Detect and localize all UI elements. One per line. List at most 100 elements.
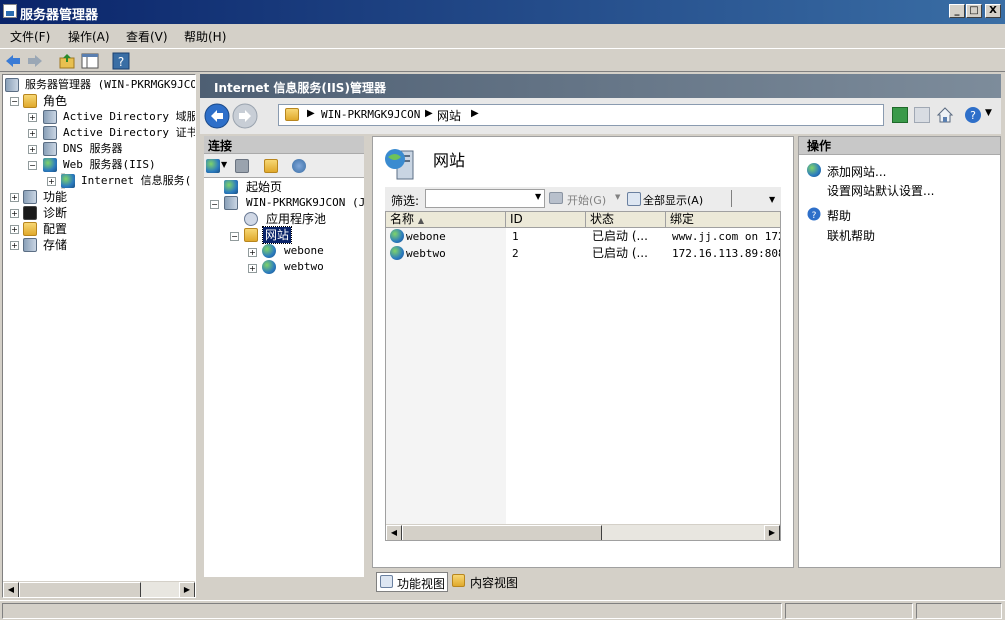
home-icon[interactable] bbox=[936, 106, 954, 124]
breadcrumb-sites[interactable]: 网站 bbox=[437, 107, 461, 124]
app-pool-icon bbox=[244, 212, 258, 226]
sites-list: 名称 ▲ ID 状态 绑定 webone 1 已启动 (... www.jj.c… bbox=[385, 211, 781, 541]
breadcrumb-arrow-icon: ▶ bbox=[425, 108, 433, 119]
expand-icon[interactable]: + bbox=[10, 193, 19, 202]
filter-input[interactable] bbox=[425, 189, 545, 208]
connect-icon[interactable] bbox=[206, 159, 220, 173]
tab-content-view[interactable]: 内容视图 bbox=[452, 572, 524, 592]
online-help-link[interactable]: 联机帮助 bbox=[827, 227, 875, 244]
sort-ascending-icon: ▲ bbox=[417, 216, 424, 225]
maximize-button[interactable]: □ bbox=[966, 4, 982, 18]
window-title: 服务器管理器 bbox=[20, 8, 99, 23]
scroll-right-icon[interactable]: ▶ bbox=[764, 525, 780, 540]
help-icon[interactable]: ? bbox=[112, 52, 130, 70]
up-folder-icon[interactable] bbox=[58, 52, 76, 70]
expand-icon[interactable]: + bbox=[248, 264, 257, 273]
sorted-column-shade bbox=[386, 228, 506, 540]
filter-label: 筛选: bbox=[391, 194, 420, 208]
scroll-left-icon[interactable]: ◀ bbox=[3, 582, 19, 597]
connections-toolbar: ▼ bbox=[204, 154, 364, 178]
status-panel bbox=[785, 603, 913, 619]
collapse-icon[interactable]: − bbox=[210, 200, 219, 209]
stop-icon[interactable] bbox=[914, 107, 930, 123]
back-arrow-icon[interactable] bbox=[4, 52, 22, 70]
help-link[interactable]: 帮助 bbox=[827, 207, 851, 224]
actions-header: 操作 bbox=[799, 137, 1000, 155]
expand-icon[interactable]: + bbox=[47, 177, 56, 186]
help-dropdown-icon[interactable]: ? bbox=[964, 106, 982, 124]
chevron-down-icon[interactable]: ▼ bbox=[615, 193, 620, 201]
content-view-icon bbox=[452, 574, 465, 587]
forward-arrow-icon[interactable] bbox=[26, 52, 44, 70]
collapse-icon[interactable]: − bbox=[10, 97, 19, 106]
connections-tree: 起始页 − WIN-PKRMGK9JCON (JJV 应用程序池 − 网站 + … bbox=[204, 178, 364, 578]
forward-button-icon[interactable] bbox=[232, 103, 258, 129]
expand-icon[interactable]: + bbox=[28, 145, 37, 154]
sites-folder-icon bbox=[244, 228, 258, 242]
expand-icon[interactable]: + bbox=[10, 209, 19, 218]
binoculars-icon bbox=[549, 192, 563, 204]
table-row[interactable]: webone 1 已启动 (... www.jj.com on 172. bbox=[386, 228, 780, 245]
expand-icon[interactable]: + bbox=[10, 241, 19, 250]
configuration-icon bbox=[23, 222, 37, 236]
table-row[interactable]: webtwo 2 已启动 (... 172.16.113.89:8080 bbox=[386, 245, 780, 262]
menu-help[interactable]: 帮助(H) bbox=[184, 28, 226, 45]
chevron-down-icon[interactable]: ▼ bbox=[535, 192, 541, 201]
chevron-down-icon[interactable]: ▼ bbox=[985, 108, 992, 118]
column-header-name[interactable]: 名称 ▲ bbox=[386, 212, 506, 228]
sites-panel: 网站 筛选: ▼ 开始(G) ▼ 全部显示(A) ▼ 名称 ▲ ID 状态 绑定… bbox=[372, 136, 794, 568]
actions-pane: 操作 添加网站... 设置网站默认设置... ? 帮助 联机帮助 bbox=[798, 136, 1001, 568]
save-icon[interactable] bbox=[235, 159, 249, 173]
expand-icon[interactable]: + bbox=[10, 225, 19, 234]
scroll-thumb[interactable] bbox=[402, 525, 602, 540]
menu-file[interactable]: 文件(F) bbox=[10, 28, 50, 45]
connections-header: 连接 bbox=[204, 136, 364, 154]
expand-icon[interactable]: + bbox=[28, 129, 37, 138]
menu-view[interactable]: 查看(V) bbox=[126, 28, 168, 45]
add-website-link[interactable]: 添加网站... bbox=[827, 163, 886, 180]
menu-action[interactable]: 操作(A) bbox=[68, 28, 110, 45]
scroll-right-icon[interactable]: ▶ bbox=[179, 582, 195, 597]
breadcrumb-server[interactable]: WIN-PKRMGK9JCON bbox=[321, 108, 420, 121]
close-button[interactable]: X bbox=[985, 4, 1001, 18]
scroll-thumb[interactable] bbox=[19, 582, 141, 597]
ad-ds-icon bbox=[43, 110, 57, 124]
collapse-icon[interactable]: − bbox=[230, 232, 239, 241]
scroll-left-icon[interactable]: ◀ bbox=[386, 525, 402, 540]
column-header-status[interactable]: 状态 bbox=[586, 212, 666, 228]
connections-hscrollbar[interactable]: ◀ ▶ bbox=[204, 577, 364, 578]
site-defaults-link[interactable]: 设置网站默认设置... bbox=[827, 182, 934, 199]
column-header-id[interactable]: ID bbox=[506, 212, 586, 228]
server-icon bbox=[224, 196, 238, 210]
add-site-icon bbox=[807, 163, 821, 177]
tab-features-view[interactable]: 功能视图 bbox=[376, 572, 448, 592]
sites-list-hscrollbar[interactable]: ◀ ▶ bbox=[386, 524, 780, 540]
dns-server-icon bbox=[43, 142, 57, 156]
expand-icon[interactable]: + bbox=[28, 113, 37, 122]
show-all-icon bbox=[627, 192, 641, 206]
chevron-down-icon[interactable]: ▼ bbox=[769, 195, 775, 204]
column-header-binding[interactable]: 绑定 bbox=[666, 212, 780, 228]
website-icon bbox=[390, 246, 404, 260]
show-all-button[interactable]: 全部显示(A) bbox=[643, 192, 703, 208]
show-hide-tree-icon[interactable] bbox=[81, 52, 99, 70]
server-manager-tree: 服务器管理器 (WIN-PKRMGK9JCON − 角色 + Active Di… bbox=[2, 74, 196, 598]
disconnect-icon[interactable] bbox=[292, 159, 306, 173]
tree-item-iis-manager[interactable]: Internet 信息服务( bbox=[61, 173, 191, 189]
website-icon bbox=[390, 229, 404, 243]
collapse-icon[interactable]: − bbox=[28, 161, 37, 170]
refresh-icon[interactable] bbox=[892, 107, 908, 123]
diagnostics-icon bbox=[23, 206, 37, 220]
left-tree-hscrollbar[interactable]: ◀ ▶ bbox=[3, 581, 195, 597]
storage-icon bbox=[23, 238, 37, 252]
back-button-icon[interactable] bbox=[204, 103, 230, 129]
chevron-down-icon[interactable]: ▼ bbox=[221, 160, 227, 169]
start-filter-button[interactable]: 开始(G) bbox=[567, 192, 606, 208]
up-level-icon[interactable] bbox=[264, 159, 278, 173]
ad-cs-icon bbox=[43, 126, 57, 140]
breadcrumb[interactable]: ▶ WIN-PKRMGK9JCON ▶ 网站 ▶ bbox=[278, 104, 884, 126]
minimize-button[interactable]: _ bbox=[949, 4, 965, 18]
svg-text:?: ? bbox=[812, 211, 817, 221]
expand-icon[interactable]: + bbox=[248, 248, 257, 257]
help-icon: ? bbox=[807, 207, 821, 221]
